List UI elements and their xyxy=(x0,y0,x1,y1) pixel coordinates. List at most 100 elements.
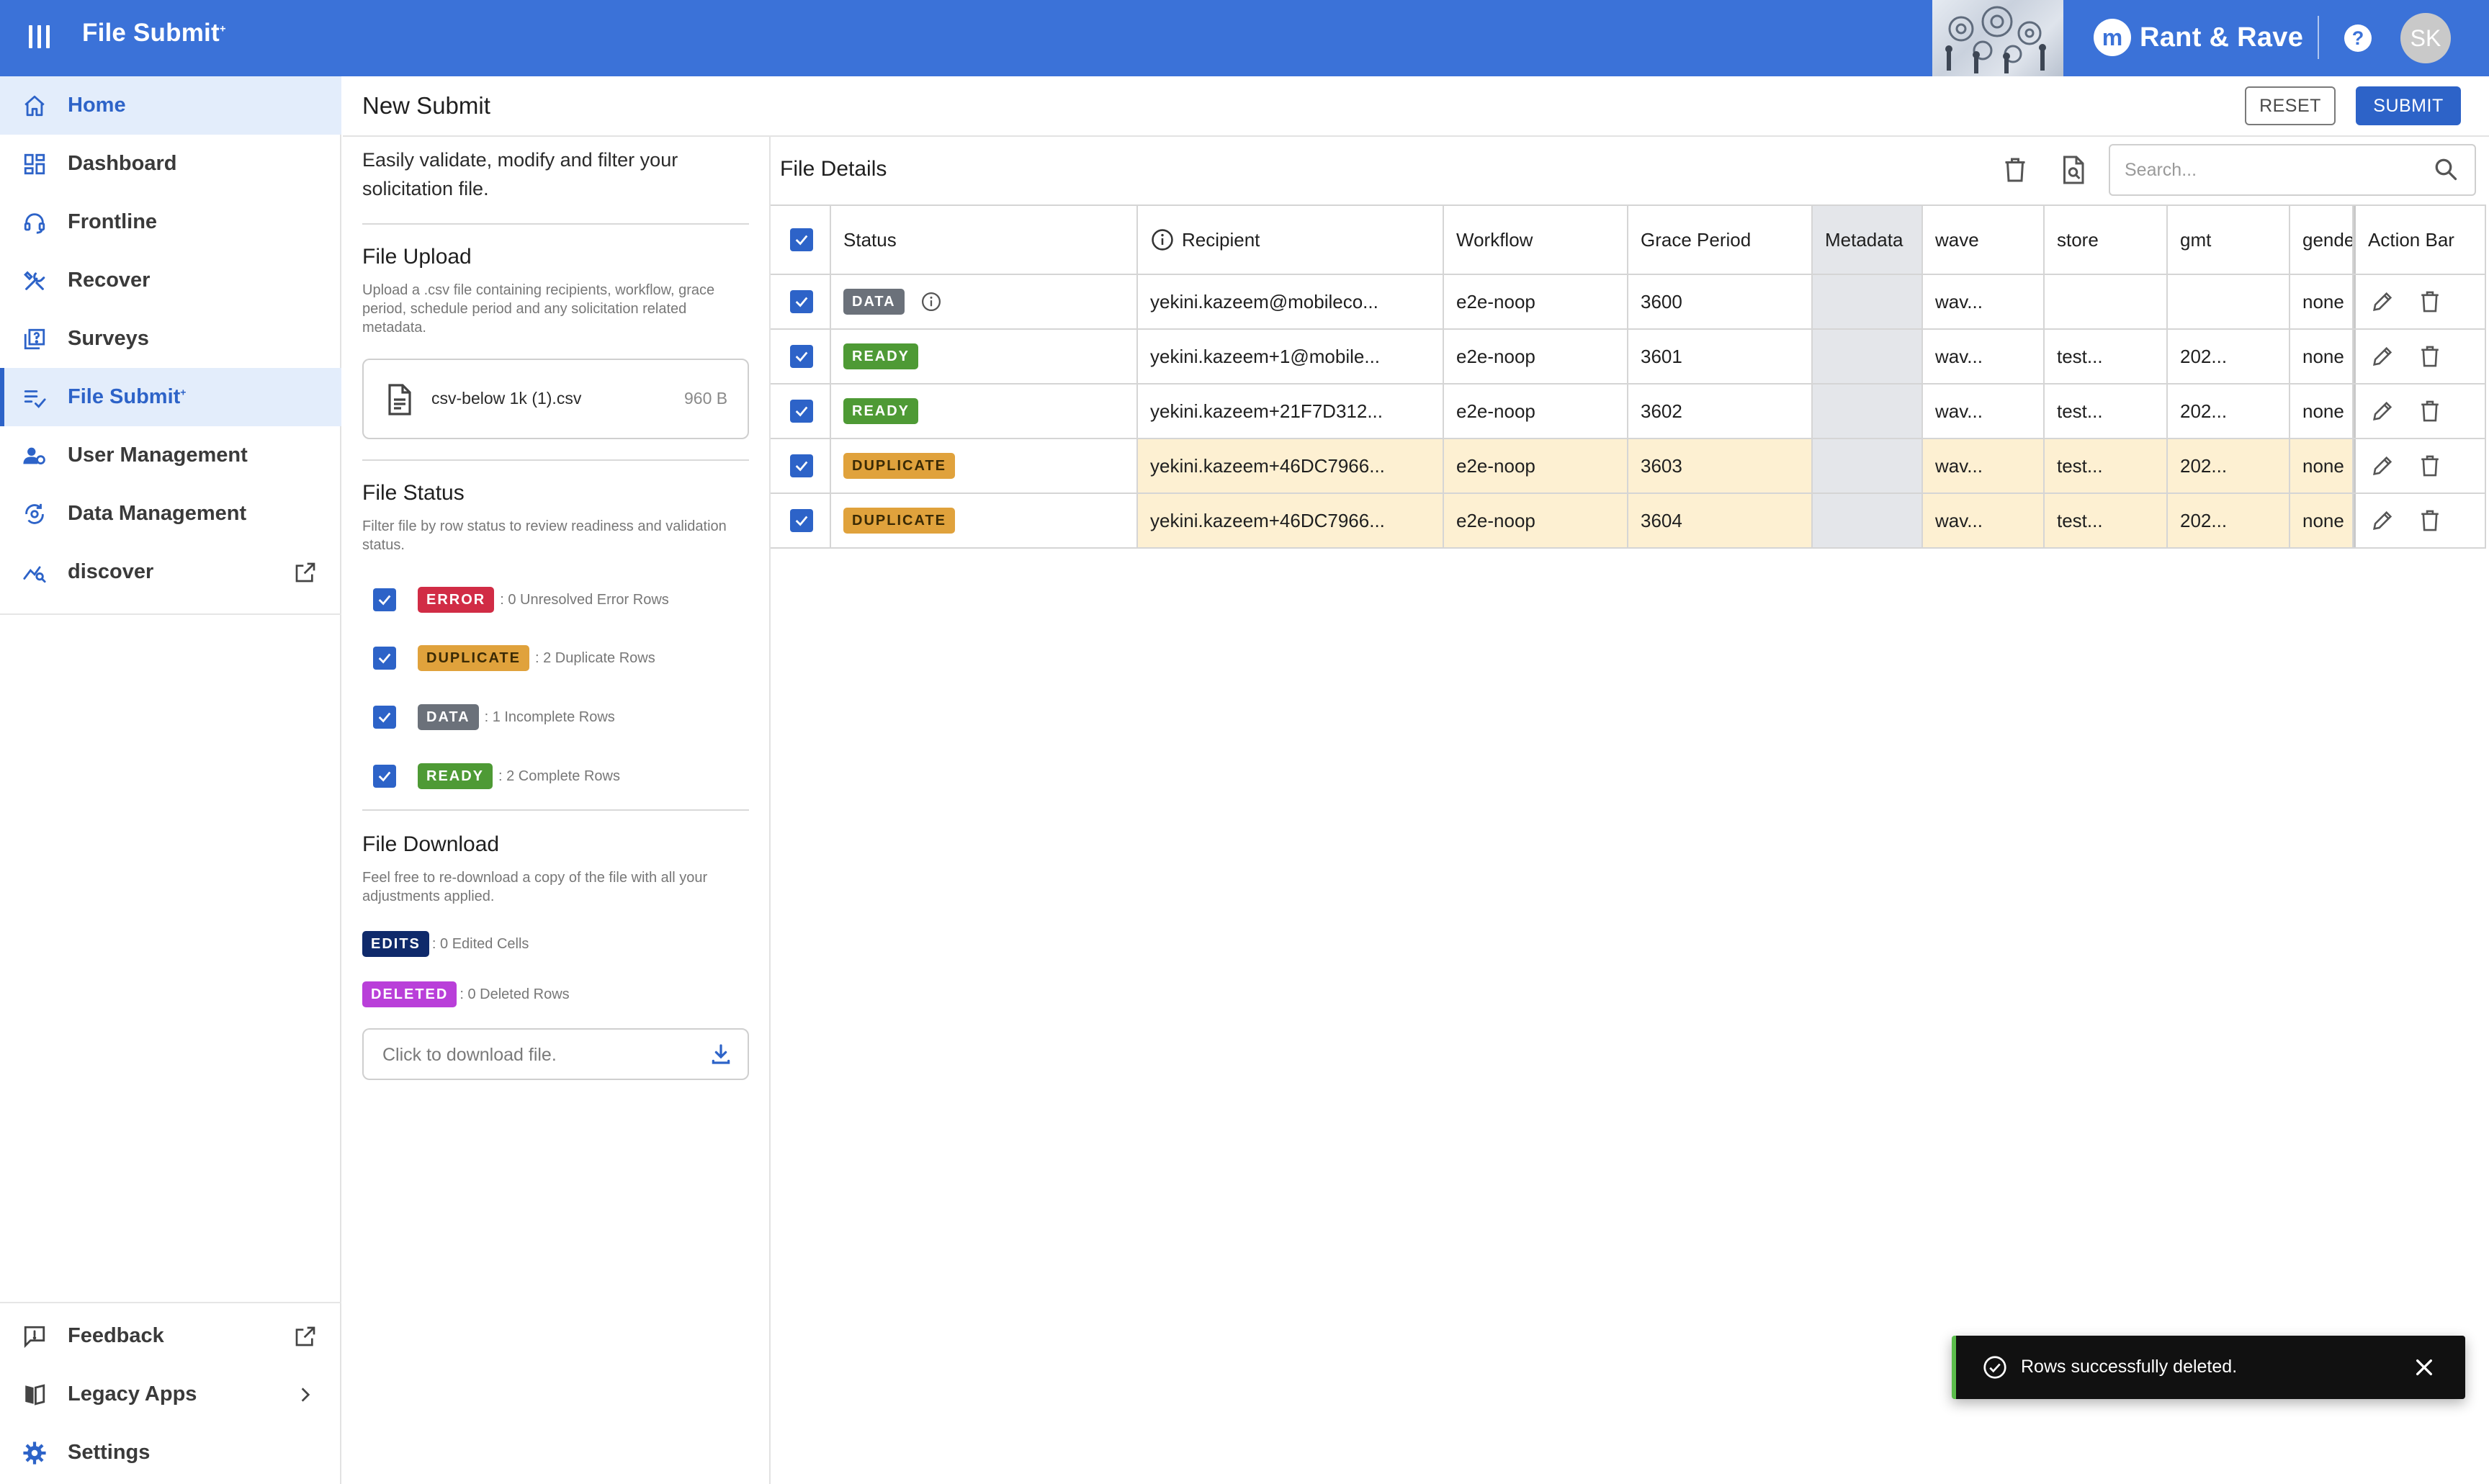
gender-cell[interactable]: none xyxy=(2290,330,2354,383)
row-select-cell xyxy=(771,439,831,493)
store-cell[interactable]: test... xyxy=(2045,439,2168,493)
metadata-cell xyxy=(1813,330,1923,383)
gmt-cell[interactable]: 202... xyxy=(2168,330,2290,383)
sidebar-item-legacy-apps[interactable]: Legacy Apps xyxy=(0,1365,341,1424)
menu-icon[interactable] xyxy=(27,22,52,54)
sidebar-item-data-management[interactable]: Data Management xyxy=(0,485,341,543)
duplicate-filter-checkbox[interactable] xyxy=(373,647,396,670)
edit-icon[interactable] xyxy=(2370,508,2395,533)
close-icon[interactable] xyxy=(2413,1356,2436,1379)
delete-row-icon[interactable] xyxy=(2418,344,2442,369)
column-header-grace-period[interactable]: Grace Period xyxy=(1628,206,1813,274)
reset-button[interactable]: RESET xyxy=(2245,86,2336,125)
avatar[interactable]: SK xyxy=(2400,13,2451,63)
recipient-cell[interactable]: yekini.kazeem@mobileco... xyxy=(1138,275,1444,328)
wave-cell[interactable]: wav... xyxy=(1923,439,2045,493)
delete-row-icon[interactable] xyxy=(2418,399,2442,423)
row-checkbox[interactable] xyxy=(790,345,813,368)
sidebar-item-settings[interactable]: Settings xyxy=(0,1424,341,1482)
store-cell[interactable]: test... xyxy=(2045,494,2168,547)
store-cell[interactable]: test... xyxy=(2045,385,2168,438)
grace-period-cell[interactable]: 3602 xyxy=(1628,385,1813,438)
column-header-recipient[interactable]: Recipient xyxy=(1138,206,1444,274)
edit-icon[interactable] xyxy=(2370,399,2395,423)
row-checkbox[interactable] xyxy=(790,400,813,423)
gender-cell[interactable]: none xyxy=(2290,494,2354,547)
recipient-cell[interactable]: yekini.kazeem+46DC7966... xyxy=(1138,494,1444,547)
column-header-wave[interactable]: wave xyxy=(1923,206,2045,274)
gender-cell[interactable]: none xyxy=(2290,439,2354,493)
row-checkbox[interactable] xyxy=(790,454,813,477)
sidebar-item-frontline[interactable]: Frontline xyxy=(0,193,341,251)
sidebar-item-user-management[interactable]: User Management xyxy=(0,426,341,485)
column-header-store[interactable]: store xyxy=(2045,206,2168,274)
action-bar-cell xyxy=(2354,439,2486,493)
tools-icon xyxy=(20,266,49,295)
grace-period-cell[interactable]: 3603 xyxy=(1628,439,1813,493)
store-cell[interactable]: test... xyxy=(2045,330,2168,383)
column-header-gmt[interactable]: gmt xyxy=(2168,206,2290,274)
help-icon[interactable]: ? xyxy=(2344,24,2372,52)
recipient-cell[interactable]: yekini.kazeem+1@mobile... xyxy=(1138,330,1444,383)
store-cell[interactable] xyxy=(2045,275,2168,328)
column-header-workflow[interactable]: Workflow xyxy=(1444,206,1628,274)
sidebar-item-home[interactable]: Home xyxy=(0,76,341,135)
grace-period-cell[interactable]: 3604 xyxy=(1628,494,1813,547)
data-filter-checkbox[interactable] xyxy=(373,706,396,729)
sidebar-item-label: File Submit+ xyxy=(68,385,186,409)
gmt-cell[interactable]: 202... xyxy=(2168,494,2290,547)
row-checkbox[interactable] xyxy=(790,290,813,313)
select-all-checkbox[interactable] xyxy=(790,228,813,251)
download-icon[interactable] xyxy=(709,1043,732,1066)
column-header-gender[interactable]: gende xyxy=(2290,206,2354,274)
delete-row-icon[interactable] xyxy=(2418,508,2442,533)
edit-icon[interactable] xyxy=(2370,289,2395,314)
wave-cell[interactable]: wav... xyxy=(1923,385,2045,438)
row-checkbox[interactable] xyxy=(790,509,813,532)
edit-icon[interactable] xyxy=(2370,344,2395,369)
column-header-status[interactable]: Status xyxy=(831,206,1138,274)
search-field[interactable] xyxy=(2109,144,2476,196)
sidebar-item-dashboard[interactable]: Dashboard xyxy=(0,135,341,193)
gmt-cell[interactable]: 202... xyxy=(2168,439,2290,493)
sidebar-item-feedback[interactable]: Feedback xyxy=(0,1307,341,1365)
file-preview-icon[interactable] xyxy=(2061,156,2087,184)
workflow-cell[interactable]: e2e-noop xyxy=(1444,330,1628,383)
sidebar-item-discover[interactable]: discover xyxy=(0,543,341,601)
workflow-cell[interactable]: e2e-noop xyxy=(1444,439,1628,493)
workflow-cell[interactable]: e2e-noop xyxy=(1444,275,1628,328)
wave-cell[interactable]: wav... xyxy=(1923,275,2045,328)
workflow-cell[interactable]: e2e-noop xyxy=(1444,385,1628,438)
sidebar-item-file-submit[interactable]: File Submit+ xyxy=(0,368,341,426)
sidebar-item-label: Home xyxy=(68,94,126,117)
data-management-icon xyxy=(20,500,49,529)
wave-cell[interactable]: wav... xyxy=(1923,330,2045,383)
delete-row-icon[interactable] xyxy=(2418,289,2442,314)
error-filter-checkbox[interactable] xyxy=(373,588,396,611)
workflow-cell[interactable]: e2e-noop xyxy=(1444,494,1628,547)
ready-filter-checkbox[interactable] xyxy=(373,765,396,788)
grace-period-cell[interactable]: 3600 xyxy=(1628,275,1813,328)
edit-icon[interactable] xyxy=(2370,454,2395,478)
recipient-cell[interactable]: yekini.kazeem+21F7D312... xyxy=(1138,385,1444,438)
sidebar-item-recover[interactable]: Recover xyxy=(0,251,341,310)
search-input[interactable] xyxy=(2125,154,2413,186)
info-icon[interactable] xyxy=(920,291,942,312)
column-header-metadata[interactable]: Metadata xyxy=(1813,206,1923,274)
delete-row-icon[interactable] xyxy=(2418,454,2442,478)
home-icon xyxy=(20,91,49,120)
gender-cell[interactable]: none xyxy=(2290,385,2354,438)
gender-cell[interactable]: none xyxy=(2290,275,2354,328)
sidebar-item-surveys[interactable]: Surveys xyxy=(0,310,341,368)
action-bar-cell xyxy=(2354,494,2486,547)
recipient-cell[interactable]: yekini.kazeem+46DC7966... xyxy=(1138,439,1444,493)
submit-button[interactable]: SUBMIT xyxy=(2356,86,2461,125)
search-icon[interactable] xyxy=(2433,156,2459,182)
upload-section-desc: Upload a .csv file containing recipients… xyxy=(362,282,715,336)
grace-period-cell[interactable]: 3601 xyxy=(1628,330,1813,383)
data-badge: DATA xyxy=(843,289,905,315)
wave-cell[interactable]: wav... xyxy=(1923,494,2045,547)
gmt-cell[interactable] xyxy=(2168,275,2290,328)
gmt-cell[interactable]: 202... xyxy=(2168,385,2290,438)
delete-selected-icon[interactable] xyxy=(2002,156,2028,184)
